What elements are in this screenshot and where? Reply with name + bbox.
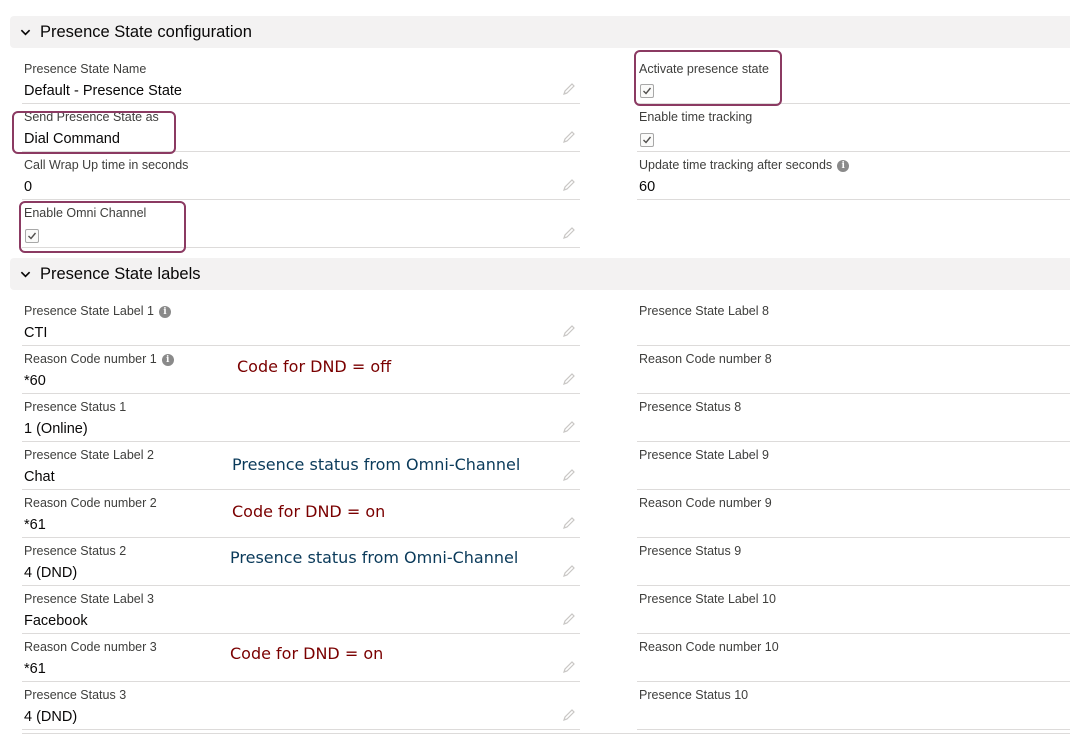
section-header-configuration[interactable]: Presence State configuration — [10, 16, 1070, 48]
pencil-icon[interactable] — [562, 82, 576, 96]
pencil-icon[interactable] — [562, 564, 576, 578]
field-reason-code-10: Reason Code number 10 — [637, 634, 1070, 682]
pencil-icon[interactable] — [562, 226, 576, 240]
field-update-time-tracking: Update time tracking after seconds i 60 — [637, 152, 1070, 200]
field-presence-state-label-3: Presence State Label 3 Facebook — [22, 586, 580, 634]
field-presence-state-label-1: Presence State Label 1 i CTI — [22, 290, 580, 346]
pencil-icon[interactable] — [562, 660, 576, 674]
chevron-down-icon[interactable] — [20, 269, 31, 280]
field-label: Presence Status 2 — [24, 544, 127, 558]
field-presence-state-label-10: Presence State Label 10 — [637, 586, 1070, 634]
field-value: CTI — [24, 325, 48, 341]
section-title: Presence State labels — [40, 264, 201, 283]
field-label: Presence Status 8 — [639, 400, 742, 414]
field-presence-status-8: Presence Status 8 — [637, 394, 1070, 442]
field-value: *60 — [24, 373, 46, 389]
annotation-note: Presence status from Omni-Channel — [230, 548, 519, 567]
field-label: Presence State Label 1 — [24, 304, 154, 318]
field-value: Chat — [24, 469, 55, 485]
field-value: 0 — [24, 179, 33, 195]
pencil-icon[interactable] — [562, 420, 576, 434]
field-label: Presence Status 9 — [639, 544, 742, 558]
section-header-labels[interactable]: Presence State labels — [10, 258, 1070, 290]
field-value: 4 (DND) — [24, 709, 78, 725]
pencil-icon[interactable] — [562, 324, 576, 338]
checkmark-icon — [643, 136, 652, 144]
field-value: 60 — [639, 179, 656, 195]
field-presence-status-9: Presence Status 9 — [637, 538, 1070, 586]
field-value: Default - Presence State — [24, 83, 182, 99]
info-icon[interactable]: i — [837, 160, 850, 172]
field-reason-code-9: Reason Code number 9 — [637, 490, 1070, 538]
pencil-icon[interactable] — [562, 708, 576, 722]
field-label: Reason Code number 2 — [24, 496, 157, 510]
highlight-enable-omni-channel — [19, 201, 186, 253]
field-value: *61 — [24, 661, 46, 677]
highlight-send-presence-as — [12, 111, 176, 154]
field-value: 1 (Online) — [24, 421, 88, 437]
field-presence-status-10: Presence Status 10 — [637, 682, 1070, 730]
field-label: Update time tracking after seconds — [639, 158, 833, 172]
field-presence-state-label-8: Presence State Label 8 — [637, 290, 1070, 346]
field-label: Reason Code number 3 — [24, 640, 157, 654]
annotation-note: Code for DND = on — [230, 644, 384, 663]
field-label-with-info: Presence State Label 1 i — [24, 304, 171, 318]
field-label: Presence State Label 8 — [639, 304, 769, 318]
divider — [22, 733, 1070, 734]
pencil-icon[interactable] — [562, 372, 576, 386]
field-label: Presence State Label 9 — [639, 448, 769, 462]
field-label-with-info: Reason Code number 1 i — [24, 352, 174, 366]
annotation-note: Code for DND = on — [232, 502, 386, 521]
field-value: Facebook — [24, 613, 88, 629]
time-tracking-checkbox[interactable] — [640, 133, 654, 147]
field-label: Presence State Name — [24, 62, 147, 76]
field-value: *61 — [24, 517, 46, 533]
field-call-wrap-up-time: Call Wrap Up time in seconds 0 — [22, 152, 580, 200]
field-label: Presence Status 3 — [24, 688, 127, 702]
field-reason-code-8: Reason Code number 8 — [637, 346, 1070, 394]
field-label: Presence State Label 3 — [24, 592, 154, 606]
field-label: Enable time tracking — [639, 110, 753, 124]
annotation-note: Presence status from Omni-Channel — [232, 455, 521, 474]
field-label: Reason Code number 10 — [639, 640, 779, 654]
section-title: Presence State configuration — [40, 22, 252, 41]
pencil-icon[interactable] — [562, 130, 576, 144]
field-label: Presence Status 10 — [639, 688, 749, 702]
field-label: Presence State Label 2 — [24, 448, 154, 462]
pencil-icon[interactable] — [562, 612, 576, 626]
pencil-icon[interactable] — [562, 468, 576, 482]
field-presence-status-3: Presence Status 3 4 (DND) — [22, 682, 580, 730]
info-icon[interactable]: i — [161, 354, 174, 366]
field-label: Reason Code number 8 — [639, 352, 772, 366]
chevron-down-icon[interactable] — [20, 27, 31, 38]
field-label: Presence Status 1 — [24, 400, 127, 414]
field-label: Reason Code number 9 — [639, 496, 772, 510]
field-label: Reason Code number 1 — [24, 352, 157, 366]
annotation-note: Code for DND = off — [237, 357, 392, 376]
field-presence-state-label-9: Presence State Label 9 — [637, 442, 1070, 490]
info-icon[interactable]: i — [158, 306, 171, 318]
pencil-icon[interactable] — [562, 178, 576, 192]
field-value: 4 (DND) — [24, 565, 78, 581]
field-presence-status-1: Presence Status 1 1 (Online) — [22, 394, 580, 442]
field-label-with-info: Update time tracking after seconds i — [639, 158, 850, 172]
field-label: Call Wrap Up time in seconds — [24, 158, 189, 172]
pencil-icon[interactable] — [562, 516, 576, 530]
highlight-activate-presence — [634, 50, 782, 106]
field-presence-state-name: Presence State Name Default - Presence S… — [22, 48, 580, 104]
field-enable-time-tracking: Enable time tracking — [637, 104, 1070, 152]
field-label: Presence State Label 10 — [639, 592, 776, 606]
